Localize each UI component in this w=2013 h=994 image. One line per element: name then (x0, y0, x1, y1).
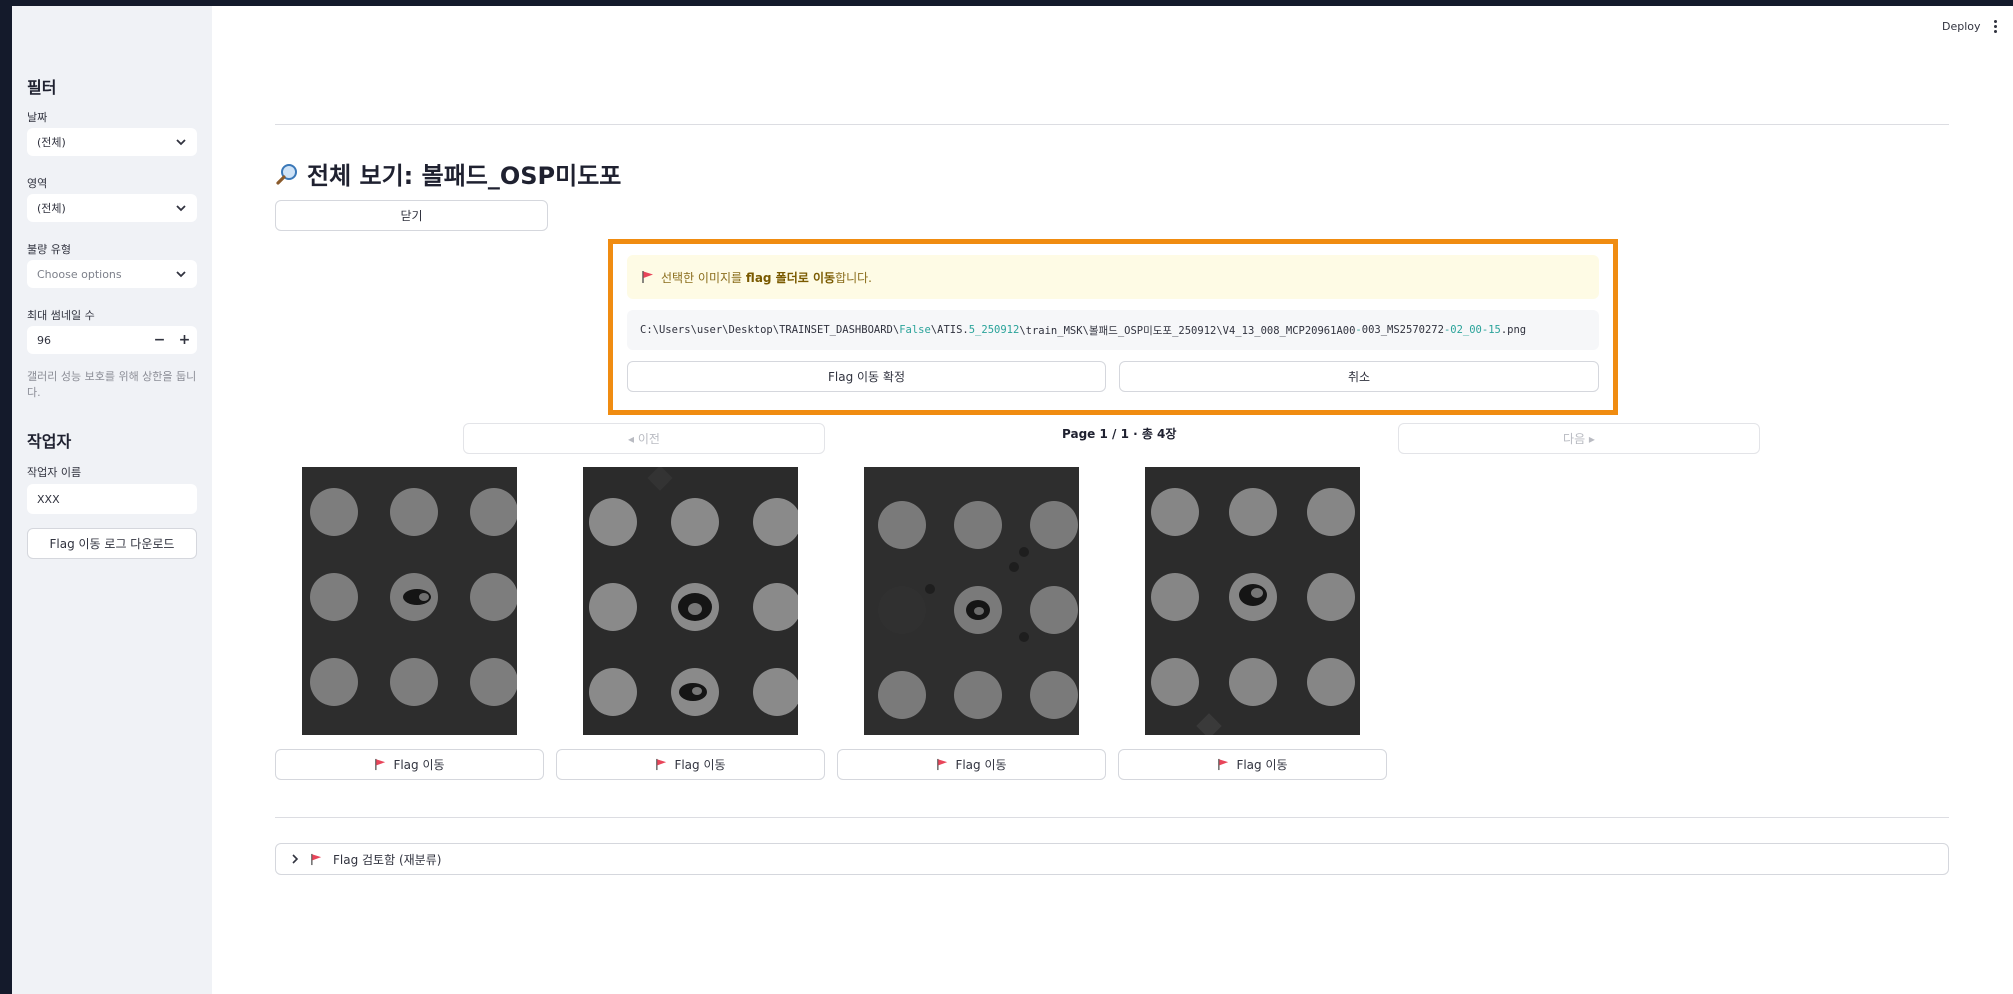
page-indicator: Page 1 / 1 · 총 4장 (1062, 427, 1177, 441)
defect-image-2 (583, 467, 798, 735)
flag-move-button-1[interactable]: Flag 이동 (275, 749, 544, 780)
flag-icon (642, 271, 653, 283)
defect-type-label: 불량 유형 (27, 243, 71, 256)
flag-move-label: Flag 이동 (955, 758, 1007, 772)
max-thumbnails-input[interactable]: 96 (27, 334, 147, 347)
date-label: 날짜 (27, 111, 48, 124)
path-part: \train_MSK\볼패드_OSP미도포_250912\V4_13_008_M… (1019, 324, 1356, 337)
chevron-down-icon (176, 271, 186, 278)
close-button[interactable]: 닫기 (275, 200, 548, 231)
flag-move-notice: 선택한 이미지를 flag 폴더로 이동합니다. (627, 255, 1599, 299)
page-title: 전체 보기: 볼패드_OSP미도포 (275, 156, 621, 191)
defect-type-multiselect[interactable]: Choose options (27, 260, 197, 288)
path-part: False (899, 324, 931, 336)
max-thumbnails-help: 갤러리 성능 보호를 위해 상한을 둡니다. (27, 370, 197, 399)
area-label: 영역 (27, 177, 48, 190)
worker-heading: 작업자 (27, 432, 72, 451)
page-title-text: 전체 보기: 볼패드_OSP미도포 (307, 162, 622, 190)
defect-image-4 (1145, 467, 1360, 735)
flag-move-button-2[interactable]: Flag 이동 (556, 749, 825, 780)
filter-heading: 필터 (27, 78, 57, 97)
app-window: 필터 날짜 (전체) 영역 (전체) 불량 유형 Choose options … (12, 6, 2013, 994)
defect-image-1 (302, 467, 517, 735)
flag-icon (1218, 758, 1229, 771)
flag-review-label: Flag 검토함 (재분류) (333, 852, 442, 867)
prev-page-button[interactable]: ◂ 이전 (463, 423, 825, 454)
magnifier-icon (276, 163, 297, 185)
flag-move-button-3[interactable]: Flag 이동 (837, 749, 1106, 780)
flag-icon (311, 853, 322, 865)
path-part: .png (1500, 324, 1527, 336)
main-menu-icon[interactable] (1994, 20, 1998, 34)
cancel-button[interactable]: 취소 (1119, 361, 1599, 392)
sidebar: 필터 날짜 (전체) 영역 (전체) 불량 유형 Choose options … (12, 6, 212, 994)
max-thumbnails-stepper: 96 − + (27, 326, 197, 354)
flag-move-label: Flag 이동 (393, 758, 445, 772)
path-part: 003_MS2570272 (1361, 324, 1444, 336)
defect-type-placeholder: Choose options (37, 267, 122, 281)
chevron-down-icon (176, 139, 186, 146)
increment-button[interactable]: + (172, 332, 197, 348)
decrement-button[interactable]: − (147, 332, 172, 348)
divider (275, 124, 1949, 125)
flag-move-label: Flag 이동 (1236, 758, 1288, 772)
notice-prefix: 선택한 이미지를 (661, 270, 746, 285)
path-part: -02_00-15 (1443, 324, 1501, 336)
next-page-button[interactable]: 다음 ▸ (1398, 423, 1760, 454)
flag-move-button-4[interactable]: Flag 이동 (1118, 749, 1387, 780)
path-part: \ATIS. (930, 324, 969, 336)
confirm-flag-move-button[interactable]: Flag 이동 확정 (627, 361, 1106, 392)
area-select[interactable]: (전체) (27, 194, 197, 222)
notice-text: 선택한 이미지를 flag 폴더로 이동합니다. (661, 269, 872, 286)
date-select-value: (전체) (37, 136, 66, 149)
path-part: 5_250912 (968, 324, 1020, 336)
notice-bold: flag 폴더로 이동 (745, 270, 836, 285)
chevron-down-icon (176, 205, 186, 212)
flag-icon (937, 758, 948, 771)
download-log-button[interactable]: Flag 이동 로그 다운로드 (27, 528, 197, 559)
notice-suffix: 합니다. (835, 270, 872, 285)
defect-image-3 (864, 467, 1079, 735)
flag-icon (656, 758, 667, 771)
divider (275, 817, 1949, 818)
date-select[interactable]: (전체) (27, 128, 197, 156)
flag-move-confirm-panel: 선택한 이미지를 flag 폴더로 이동합니다. C:\Users\user\D… (608, 239, 1618, 415)
worker-name-label: 작업자 이름 (27, 466, 82, 479)
flag-review-expander[interactable]: Flag 검토함 (재분류) (275, 843, 1949, 875)
worker-name-input[interactable]: XXX (27, 484, 197, 514)
target-path-code: C:\Users\user\Desktop\TRAINSET_DASHBOARD… (627, 310, 1599, 350)
flag-move-label: Flag 이동 (674, 758, 726, 772)
deploy-button[interactable]: Deploy (1942, 20, 1981, 33)
max-thumbnails-label: 최대 썸네일 수 (27, 309, 95, 322)
flag-icon (375, 758, 386, 771)
chevron-right-icon (292, 854, 299, 864)
path-part: C:\Users\user\Desktop\TRAINSET_DASHBOARD… (640, 324, 900, 336)
area-select-value: (전체) (37, 202, 66, 215)
